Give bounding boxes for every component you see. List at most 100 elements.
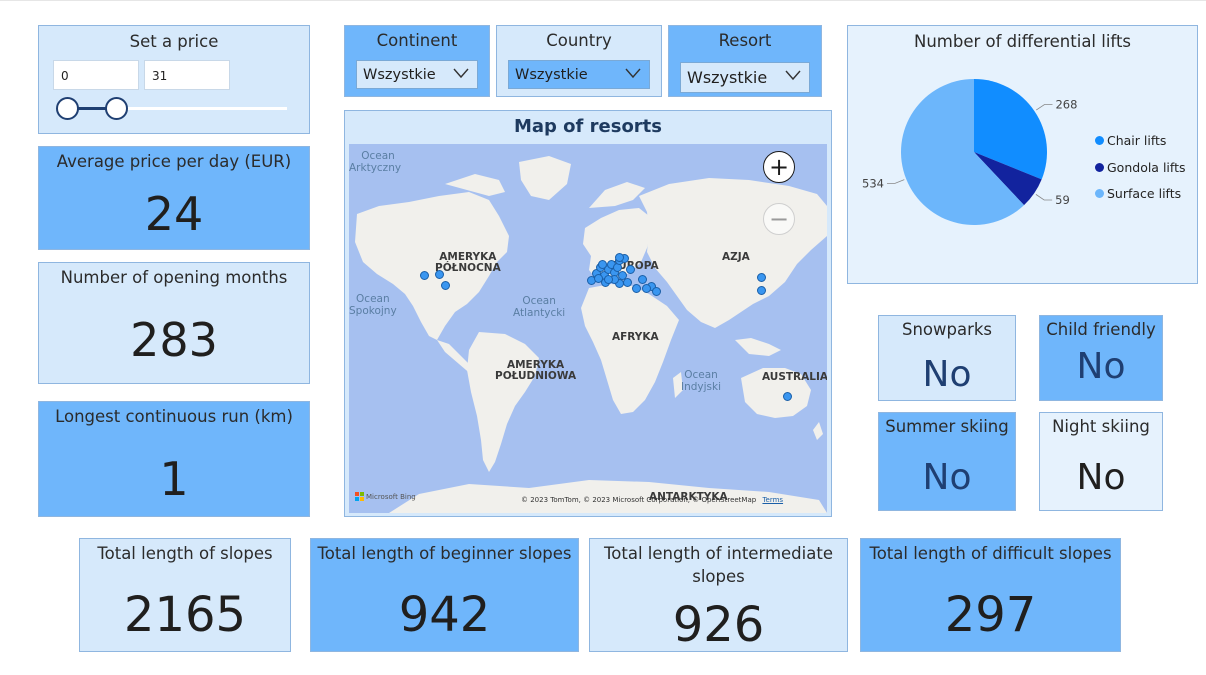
resort-dropdown[interactable]: Wszystkie <box>680 62 810 93</box>
map-title: Map of resorts <box>513 116 663 137</box>
legend-label: Gondola lifts <box>1107 159 1186 175</box>
chevron-down-icon <box>625 68 641 79</box>
microsoft-logo-icon <box>355 492 364 501</box>
continent-slicer-title: Continent <box>376 31 458 50</box>
pie-leader-line <box>886 179 905 184</box>
kpi-longest-run-label: Longest continuous run (km) <box>55 407 293 426</box>
resort-marker[interactable] <box>604 275 613 284</box>
flag-night-skiing-label: Night skiing <box>1052 417 1150 436</box>
bing-logo: Microsoft Bing <box>355 492 416 501</box>
flag-snowparks-value: No <box>922 354 972 395</box>
kpi-average-price: Average price per day (EUR) 24 <box>38 146 310 250</box>
kpi-intermediate-slopes-label-2: slopes <box>692 567 745 586</box>
kpi-opening-months-value: 283 <box>130 313 218 367</box>
kpi-opening-months: Number of opening months 283 <box>38 262 310 384</box>
kpi-intermediate-slopes-value: 926 <box>672 597 765 653</box>
price-slicer: Set a price 0 31 <box>38 25 310 134</box>
resort-marker[interactable] <box>615 253 624 262</box>
map-attribution: © 2023 TomTom, © 2023 Microsoft Corporat… <box>521 496 784 504</box>
price-slider-min-handle[interactable] <box>56 97 79 120</box>
flag-child-friendly: Child friendly No <box>1039 315 1163 401</box>
legend-swatch <box>1095 136 1104 145</box>
flag-night-skiing-value: No <box>1076 457 1126 498</box>
kpi-difficult-slopes: Total length of difficult slopes 297 <box>860 538 1121 652</box>
country-slicer-title: Country <box>546 31 612 50</box>
price-slider-max-handle[interactable] <box>105 97 128 120</box>
resort-dropdown-value: Wszystkie <box>687 68 768 87</box>
kpi-total-slopes-value: 2165 <box>123 587 247 643</box>
continent-slicer: Continent Wszystkie <box>344 25 490 97</box>
ocean-label-atlantic: Ocean Atlantycki <box>513 295 566 319</box>
kpi-average-price-value: 24 <box>144 187 204 241</box>
resort-slicer: Resort Wszystkie <box>668 25 822 97</box>
kpi-intermediate-slopes-label-1: Total length of intermediate <box>604 544 833 563</box>
kpi-beginner-slopes-value: 942 <box>398 587 491 643</box>
price-min-input[interactable]: 0 <box>53 60 139 90</box>
country-dropdown-value: Wszystkie <box>515 66 588 83</box>
lifts-chart-title: Number of differential lifts <box>913 32 1132 51</box>
country-dropdown[interactable]: Wszystkie <box>508 60 650 89</box>
continent-label-asia: AZJA <box>722 251 750 263</box>
resort-marker[interactable] <box>757 286 766 295</box>
top-divider <box>0 0 1206 1</box>
map-canvas[interactable]: Ocean Arktyczny Ocean Spokojny Ocean Atlant… <box>349 144 827 513</box>
chevron-down-icon <box>785 70 801 81</box>
pie-data-label: 534 <box>862 176 884 190</box>
legend-label: Surface lifts <box>1107 186 1182 201</box>
price-max-input[interactable]: 31 <box>144 60 230 90</box>
kpi-difficult-slopes-value: 297 <box>944 587 1037 643</box>
ocean-label-arctic: Ocean Arktyczny <box>349 150 402 174</box>
resort-marker[interactable] <box>441 281 450 290</box>
legend-swatch <box>1095 162 1104 172</box>
kpi-beginner-slopes: Total length of beginner slopes 942 <box>310 538 579 652</box>
bing-logo-text: Microsoft Bing <box>366 492 416 501</box>
continent-label-australia: AUSTRALIA <box>762 371 827 383</box>
legend-label: Chair lifts <box>1107 133 1167 148</box>
resort-marker[interactable] <box>652 287 661 296</box>
flag-summer-skiing-label: Summer skiing <box>885 417 1009 436</box>
continent-label-south-america: AMERYKA POŁUDNIOWA <box>495 359 577 382</box>
kpi-opening-months-label: Number of opening months <box>60 268 288 287</box>
kpi-longest-run: Longest continuous run (km) 1 <box>38 401 310 517</box>
kpi-total-slopes: Total length of slopes 2165 <box>79 538 291 652</box>
kpi-intermediate-slopes: Total length of intermediate slopes 926 <box>589 538 848 653</box>
continent-label-north-america: AMERYKA PÓŁNOCNA <box>435 251 501 274</box>
flag-summer-skiing-value: No <box>922 457 972 498</box>
pie-data-label: 268 <box>1055 98 1077 112</box>
chevron-down-icon <box>453 68 469 79</box>
resort-marker[interactable] <box>632 284 641 293</box>
flag-child-friendly-value: No <box>1076 346 1126 387</box>
flag-night-skiing: Night skiing No <box>1039 412 1163 511</box>
world-map-landmass <box>355 156 827 513</box>
flag-snowparks: Snowparks No <box>878 315 1016 401</box>
resort-slicer-title: Resort <box>718 31 772 50</box>
resort-marker[interactable] <box>435 270 444 279</box>
ocean-label-pacific: Ocean Spokojny <box>349 293 397 317</box>
country-slicer: Country Wszystkie <box>496 25 662 97</box>
kpi-total-slopes-label: Total length of slopes <box>97 544 273 563</box>
resort-marker[interactable] <box>757 273 766 282</box>
continent-dropdown[interactable]: Wszystkie <box>356 60 478 89</box>
resort-marker[interactable] <box>783 392 792 401</box>
price-slicer-title: Set a price <box>129 32 219 51</box>
resort-marker[interactable] <box>598 260 607 269</box>
resort-marker[interactable] <box>638 275 647 284</box>
pie-data-label: 59 <box>1055 193 1070 207</box>
legend-item-chair-lifts[interactable]: Chair lifts <box>1095 133 1166 148</box>
zoom-out-button[interactable]: − <box>763 203 795 235</box>
kpi-longest-run-value: 1 <box>159 452 189 506</box>
kpi-beginner-slopes-label: Total length of beginner slopes <box>317 544 572 563</box>
resort-marker[interactable] <box>420 271 429 280</box>
terms-link[interactable]: Terms <box>762 496 783 504</box>
kpi-average-price-label: Average price per day (EUR) <box>56 152 292 171</box>
pie-leader-line <box>1035 194 1053 201</box>
resort-marker[interactable] <box>623 278 632 287</box>
legend-item-gondola-lifts[interactable]: Gondola lifts <box>1095 160 1186 175</box>
pie-leader-line <box>1035 104 1053 111</box>
resort-marker[interactable] <box>642 284 651 293</box>
flag-snowparks-label: Snowparks <box>901 320 993 339</box>
zoom-in-button[interactable]: + <box>763 151 795 183</box>
flag-child-friendly-label: Child friendly <box>1046 320 1156 339</box>
resort-marker[interactable] <box>626 265 635 274</box>
legend-item-surface-lifts[interactable]: Surface lifts <box>1095 186 1181 201</box>
